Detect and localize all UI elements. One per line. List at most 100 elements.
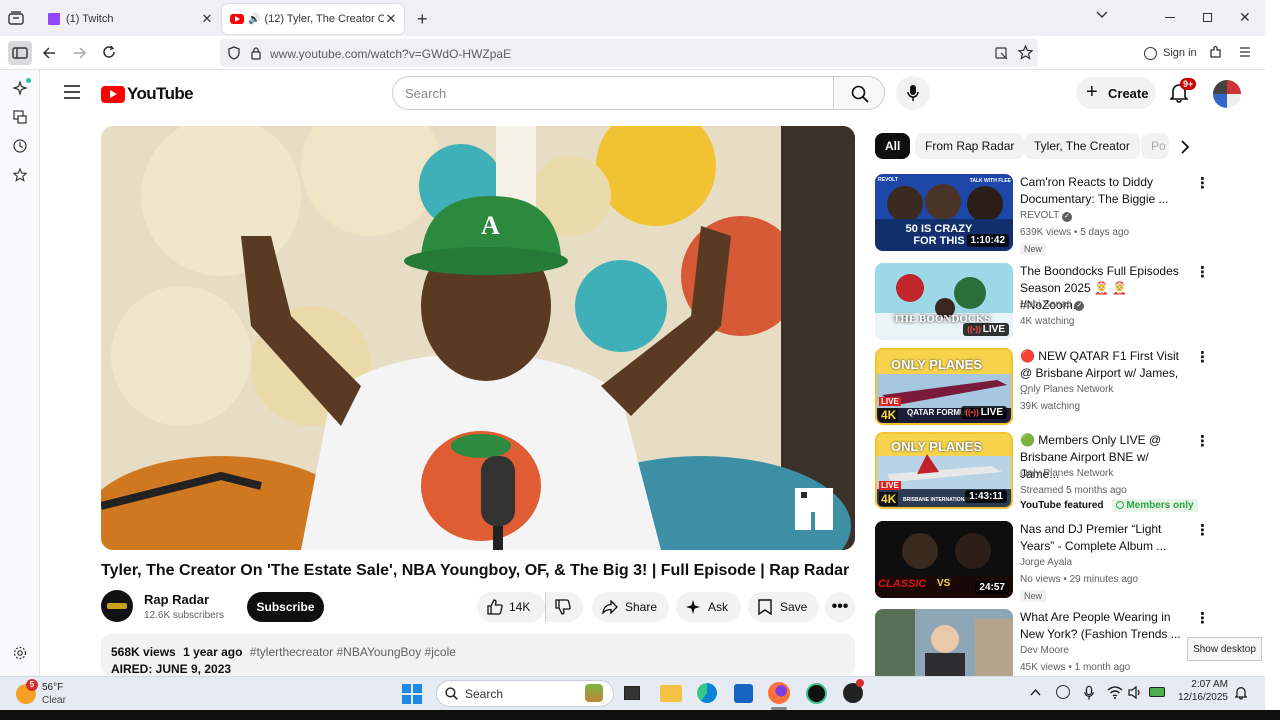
forward-icon[interactable] xyxy=(73,46,87,60)
related-title[interactable]: What Are People Wearing in New York? (Fa… xyxy=(1020,609,1190,643)
related-channel[interactable]: Only Planes Network xyxy=(1020,468,1113,479)
related-channel[interactable]: REVOLT ✓ xyxy=(1020,210,1072,222)
file-explorer-icon[interactable] xyxy=(660,685,682,702)
video-player[interactable]: A xyxy=(101,126,855,550)
sign-in-button[interactable]: Sign in xyxy=(1138,41,1203,65)
hashtags[interactable]: #tylerthecreator #NBAYoungBoy #jcole xyxy=(250,645,456,659)
video-thumbnail[interactable]: THE BOONDOCKS LIVE xyxy=(875,263,1013,340)
related-video[interactable]: THE BOONDOCKS LIVE The Boondocks Full Ep… xyxy=(875,263,1215,343)
more-vertical-icon[interactable]: ⋮ xyxy=(1195,523,1210,539)
more-vertical-icon[interactable]: ⋮ xyxy=(1195,611,1210,627)
history-icon[interactable] xyxy=(13,139,27,153)
bookmarks-icon[interactable] xyxy=(13,168,27,182)
chip-tyler-the-creator[interactable]: Tyler, The Creator xyxy=(1024,133,1140,159)
save-button[interactable]: Save xyxy=(748,592,819,622)
tab-list-icon[interactable] xyxy=(8,11,24,25)
voice-search-button[interactable] xyxy=(896,76,930,110)
task-view-icon[interactable] xyxy=(624,686,640,700)
speaker-icon[interactable]: 🔊 xyxy=(248,14,260,25)
reload-icon[interactable] xyxy=(102,45,116,59)
subscribe-button[interactable]: Subscribe xyxy=(247,592,324,622)
create-button[interactable]: + Create xyxy=(1076,77,1156,109)
description-box[interactable]: 568K views 1 year ago #tylerthecreator #… xyxy=(101,634,855,676)
chip-all[interactable]: All xyxy=(875,133,911,159)
more-vertical-icon[interactable]: ⋮ xyxy=(1195,434,1210,450)
channel-name[interactable]: Rap Radar xyxy=(144,592,209,607)
translate-icon[interactable] xyxy=(995,46,1009,60)
volume-icon[interactable] xyxy=(1128,686,1142,699)
clock[interactable]: 2:07 AM 12/16/2025 xyxy=(1172,679,1228,703)
video-thumbnail[interactable]: ONLY PLANES BRISBANE INTERNATIONAL LIVE … xyxy=(875,432,1013,509)
sidebar-settings-gear-icon[interactable] xyxy=(13,646,27,660)
tab-youtube[interactable]: 🔊 (12) Tyler, The Creator On 'T ✕ xyxy=(222,4,404,34)
chip-partial[interactable]: Po xyxy=(1141,133,1169,159)
dislike-button[interactable] xyxy=(545,592,583,622)
video-thumbnail[interactable]: ONLY PLANES QATAR FORMULA 1 LIVE 4K LIVE xyxy=(875,348,1013,425)
youtube-logo[interactable]: YouTube xyxy=(101,84,194,104)
new-tab-icon[interactable]: + xyxy=(417,9,428,30)
microphone-icon[interactable] xyxy=(1084,685,1094,701)
firefox-icon[interactable] xyxy=(768,682,790,704)
tab-twitch[interactable]: (1) Twitch ✕ xyxy=(38,4,220,34)
chatgpt-app-icon[interactable] xyxy=(806,683,827,704)
minimize-window-icon[interactable] xyxy=(1165,17,1175,18)
taskbar-search-input[interactable]: Search xyxy=(436,680,614,707)
related-channel[interactable]: Jorge Ayala xyxy=(1020,557,1072,568)
search-button[interactable] xyxy=(833,76,885,110)
ask-button[interactable]: Ask xyxy=(676,592,741,622)
close-tab-icon[interactable]: ✕ xyxy=(200,12,214,26)
related-video[interactable]: CLASSIC VS 24:57 Nas and DJ Premier “Lig… xyxy=(875,521,1215,602)
related-title[interactable]: Cam'ron Reacts to Diddy Documentary: The… xyxy=(1020,174,1190,208)
notifications-bell-icon[interactable] xyxy=(1235,686,1247,700)
avatar[interactable] xyxy=(1213,80,1241,108)
tracking-shield-icon[interactable] xyxy=(228,46,240,60)
more-vertical-icon[interactable]: ⋮ xyxy=(1195,176,1210,192)
chip-from-rap-radar[interactable]: From Rap Radar xyxy=(915,133,1025,159)
github-app-icon[interactable] xyxy=(843,679,864,703)
related-video[interactable]: ONLY PLANES QATAR FORMULA 1 LIVE 4K LIVE… xyxy=(875,348,1215,428)
video-thumbnail[interactable]: CLASSIC VS 24:57 xyxy=(875,521,1013,598)
edge-browser-icon[interactable] xyxy=(697,683,717,703)
address-bar[interactable]: www.youtube.com/watch?v=GWdO-HWZpaE xyxy=(220,39,1038,67)
tray-chevron-up-icon[interactable] xyxy=(1030,688,1041,696)
extensions-icon[interactable] xyxy=(1209,45,1223,59)
back-icon[interactable] xyxy=(42,46,56,60)
menu-hamburger-icon[interactable] xyxy=(1239,46,1251,58)
related-video[interactable]: What Are People Wearing in New York? (Fa… xyxy=(875,609,1215,676)
like-button[interactable]: 14K xyxy=(477,592,545,622)
guide-menu-icon[interactable] xyxy=(64,85,80,99)
synced-tabs-icon[interactable] xyxy=(13,110,27,124)
search-input[interactable]: Search xyxy=(392,76,834,110)
tray-network-icon[interactable] xyxy=(1056,685,1070,699)
microsoft-store-icon[interactable] xyxy=(734,684,753,703)
related-channel[interactable]: Hobi Sanati ✓ xyxy=(1020,299,1085,311)
restore-window-icon[interactable] xyxy=(1203,13,1212,22)
search-highlight-icon xyxy=(585,684,603,702)
lock-icon[interactable] xyxy=(250,46,262,60)
video-thumbnail[interactable]: 50 IS CRAZY FOR THIS TALK WITH FLEE REVO… xyxy=(875,174,1013,251)
related-channel[interactable]: Only Planes Network xyxy=(1020,384,1113,395)
weather-widget[interactable]: 5 56°F Clear xyxy=(14,679,74,708)
related-channel[interactable]: Dev Moore xyxy=(1020,645,1069,656)
ai-sparkle-icon[interactable] xyxy=(12,78,31,96)
more-vertical-icon[interactable]: ⋮ xyxy=(1195,265,1210,281)
more-vertical-icon[interactable]: ⋮ xyxy=(1195,350,1210,366)
notifications-bell-icon[interactable]: 9+ xyxy=(1170,78,1197,103)
wifi-icon[interactable] xyxy=(1107,686,1123,699)
related-video[interactable]: ONLY PLANES BRISBANE INTERNATIONAL LIVE … xyxy=(875,432,1215,512)
windows-start-icon[interactable] xyxy=(402,684,422,704)
related-title[interactable]: Nas and DJ Premier “Light Years” - Compl… xyxy=(1020,521,1190,555)
verified-check-icon: ✓ xyxy=(1061,212,1072,222)
sidebar-toggle-icon[interactable] xyxy=(8,41,32,65)
battery-icon[interactable] xyxy=(1149,687,1165,697)
channel-avatar[interactable] xyxy=(101,590,133,622)
video-thumbnail[interactable] xyxy=(875,609,1013,676)
share-button[interactable]: Share xyxy=(592,592,669,622)
close-window-icon[interactable]: ✕ xyxy=(1239,9,1251,26)
close-tab-icon[interactable]: ✕ xyxy=(384,12,398,26)
bookmark-star-icon[interactable] xyxy=(1018,45,1033,60)
more-actions-button[interactable]: ••• xyxy=(825,592,855,622)
tab-overflow-chevron-icon[interactable] xyxy=(1096,10,1108,20)
chips-next-chevron-icon[interactable] xyxy=(1180,140,1190,154)
related-video[interactable]: 50 IS CRAZY FOR THIS TALK WITH FLEE REVO… xyxy=(875,174,1215,255)
